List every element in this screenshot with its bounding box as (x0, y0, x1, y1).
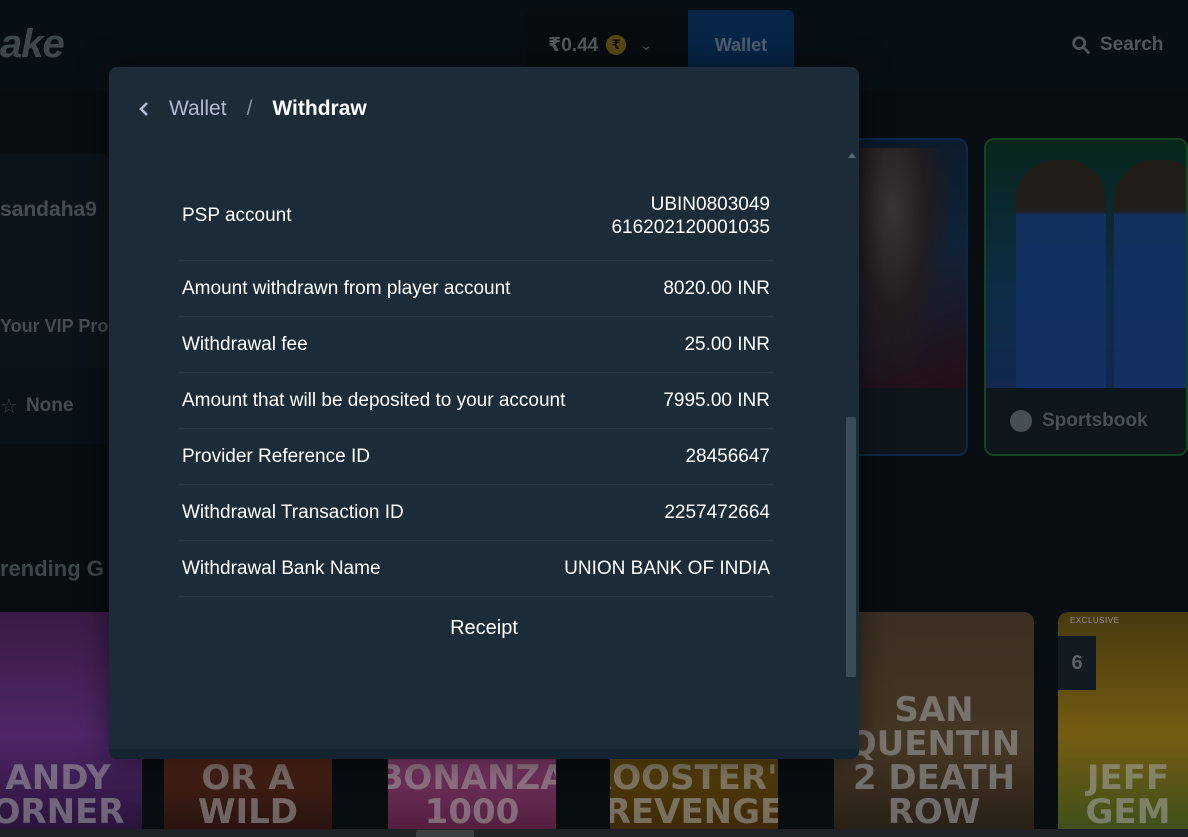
scroll-up-arrow-icon[interactable] (848, 153, 856, 158)
detail-row-bank-name: Withdrawal Bank Name UNION BANK OF INDIA (179, 541, 773, 597)
detail-value: 7995.00 INR (663, 390, 770, 411)
psp-bank-code: UBIN0803049 (650, 193, 770, 215)
page: ake ₹0.44 ₹ ⌄ Wallet Search sandaha9 You… (0, 0, 1188, 837)
breadcrumb: Wallet / Withdraw (109, 67, 859, 151)
taskbar (0, 829, 1188, 837)
detail-label: Amount that will be deposited to your ac… (182, 389, 566, 411)
breadcrumb-wallet[interactable]: Wallet (169, 97, 227, 121)
detail-value: 25.00 INR (684, 334, 770, 355)
detail-value: 8020.00 INR (663, 278, 770, 299)
detail-row-amount-withdrawn: Amount withdrawn from player account 802… (179, 261, 773, 317)
detail-value: 28456647 (685, 446, 770, 467)
breadcrumb-current: Withdraw (272, 97, 367, 120)
detail-row-transaction-id: Withdrawal Transaction ID 2257472664 (179, 485, 773, 541)
psp-account-number: 616202120001035 (611, 216, 770, 238)
withdrawal-details: PSP account UBIN0803049 616202120001035 … (179, 171, 773, 597)
detail-label: Provider Reference ID (182, 445, 370, 467)
detail-label: Withdrawal Bank Name (182, 557, 381, 579)
back-button[interactable]: Wallet (137, 97, 227, 121)
modal-body: PSP account UBIN0803049 616202120001035 … (109, 151, 859, 751)
detail-label: PSP account (182, 204, 292, 226)
detail-value: UNION BANK OF INDIA (564, 558, 770, 579)
taskbar-item[interactable] (416, 830, 474, 837)
detail-label: Withdrawal Transaction ID (182, 501, 404, 523)
detail-row-psp-account: PSP account UBIN0803049 616202120001035 (179, 171, 773, 261)
detail-value: 2257472664 (664, 502, 770, 523)
detail-label: Amount withdrawn from player account (182, 277, 511, 299)
detail-row-withdrawal-fee: Withdrawal fee 25.00 INR (179, 317, 773, 373)
detail-row-amount-deposited: Amount that will be deposited to your ac… (179, 373, 773, 429)
detail-label: Withdrawal fee (182, 333, 308, 355)
modal-bottom-edge (109, 749, 859, 759)
modal-scrollbar[interactable] (845, 151, 859, 759)
scroll-thumb[interactable] (846, 417, 856, 677)
chevron-left-icon (139, 102, 148, 116)
detail-row-provider-reference: Provider Reference ID 28456647 (179, 429, 773, 485)
withdraw-modal: Wallet / Withdraw PSP account UBIN080304… (109, 67, 859, 759)
detail-value: UBIN0803049 616202120001035 (611, 193, 770, 239)
receipt-button[interactable]: Receipt (109, 617, 859, 640)
breadcrumb-separator: / (246, 97, 253, 120)
